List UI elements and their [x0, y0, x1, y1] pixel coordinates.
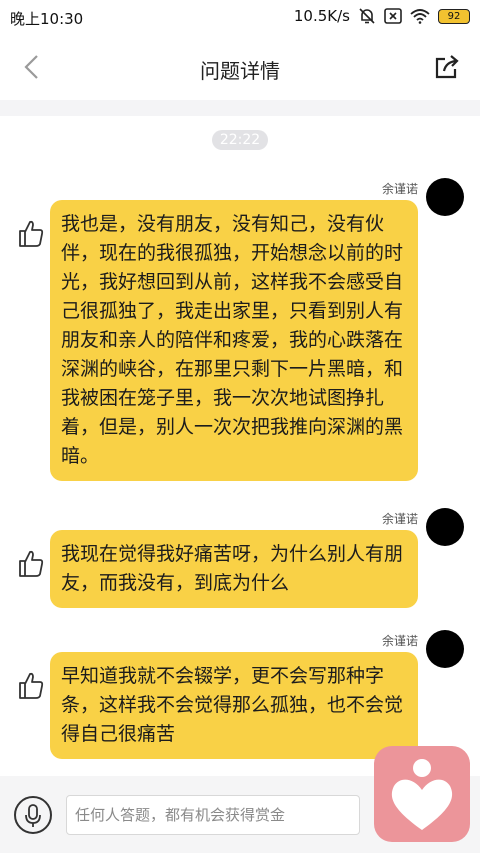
thumbs-up-icon[interactable]: [18, 670, 44, 700]
share-icon[interactable]: [432, 52, 462, 82]
heart-person-icon: [391, 759, 453, 830]
sim-x-icon: [384, 8, 402, 24]
message-bubble[interactable]: 我也是，没有朋友，没有知己，没有伙伴，现在的我很孤独，开始想念以前的时光，我好想…: [50, 200, 418, 481]
floating-app-icon[interactable]: [374, 746, 470, 842]
status-bar: 晚上10:30 10.5K/s 92: [0, 0, 480, 34]
status-icons: 10.5K/s 92: [294, 7, 470, 25]
page-title: 问题详情: [200, 59, 280, 83]
avatar[interactable]: [426, 508, 464, 546]
answer-input[interactable]: 任何人答题，都有机会获得赏金: [66, 795, 360, 835]
username[interactable]: 余谨诺: [382, 632, 418, 649]
battery-icon: 92: [438, 8, 470, 24]
thumbs-up-icon[interactable]: [18, 548, 44, 578]
bell-off-icon: [359, 8, 375, 24]
thumbs-up-icon[interactable]: [18, 218, 44, 248]
timestamp-chip: 22:22: [212, 130, 268, 150]
username[interactable]: 余谨诺: [382, 510, 418, 527]
microphone-icon: [25, 804, 41, 827]
network-speed: 10.5K/s: [293, 7, 350, 25]
message-bubble[interactable]: 我现在觉得我好痛苦呀，为什么别人有朋友，而我没有，到底为什么: [50, 530, 418, 608]
microphone-button[interactable]: [14, 796, 52, 834]
avatar[interactable]: [426, 178, 464, 216]
nav-bar: 问题详情: [0, 34, 480, 100]
message-bubble[interactable]: 早知道我就不会辍学，更不会写那种字条，这样我不会觉得那么孤独，也不会觉得自己很痛…: [50, 652, 418, 759]
wifi-icon: [410, 9, 430, 24]
message-thread[interactable]: 22:22 余谨诺 我也是，没有朋友，没有知己，没有伙伴，现在的我很孤独，开始想…: [0, 116, 480, 776]
status-time: 晚上10:30: [10, 10, 84, 28]
username[interactable]: 余谨诺: [382, 180, 418, 197]
avatar[interactable]: [426, 630, 464, 668]
